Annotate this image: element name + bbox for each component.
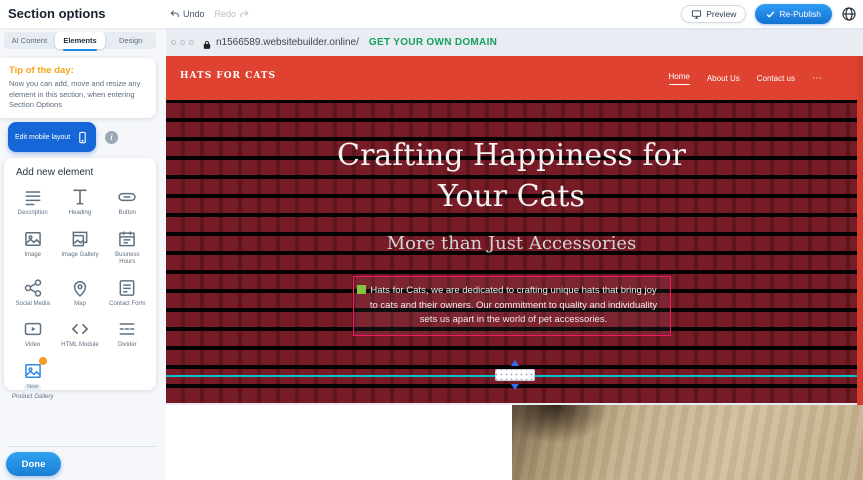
site-nav: Home About Us Contact us ⋯ [669, 56, 824, 100]
element-social-media[interactable]: Social Media [9, 278, 56, 309]
image-gallery-icon [70, 229, 90, 249]
browser-bar: n1566589.websitebuilder.online/ GET YOUR… [166, 28, 863, 56]
cat-photo [512, 405, 863, 480]
hero-subtitle[interactable]: More than Just Accessories [166, 233, 857, 254]
element-contact-form[interactable]: Contact Form [104, 278, 151, 309]
heading-icon [70, 187, 90, 207]
selection-handle-green[interactable] [357, 285, 366, 294]
map-pin-icon [70, 278, 90, 298]
preview-button[interactable]: Preview [681, 5, 746, 23]
add-element-panel: Add new element Description Heading Butt… [4, 158, 156, 390]
redo-button[interactable]: Redo [215, 9, 250, 19]
divider-icon [117, 319, 137, 339]
hero-paragraph-text: Hats for Cats, we are dedicated to craft… [370, 285, 657, 325]
image-icon [23, 229, 43, 249]
element-divider[interactable]: Divider [104, 319, 151, 350]
window-dot-2 [180, 40, 185, 45]
window-dot-1 [171, 40, 176, 45]
sidebar-tabs: AI Content Elements Design [4, 32, 156, 49]
hero-title[interactable]: Crafting Happiness for Your Cats [312, 136, 712, 217]
edit-mobile-label: Edit mobile layout [15, 134, 70, 141]
sidebar: AI Content Elements Design Tip of the da… [0, 28, 166, 480]
add-element-title: Add new element [16, 167, 151, 178]
editor-canvas: n1566589.websitebuilder.online/ GET YOUR… [166, 28, 863, 480]
topbar-actions: Preview Re-Publish [681, 0, 857, 28]
window-dot-3 [189, 40, 194, 45]
monitor-icon [691, 9, 702, 20]
tab-design[interactable]: Design [105, 32, 156, 49]
element-image[interactable]: Image [9, 229, 56, 267]
new-badge-dot [39, 357, 47, 365]
business-hours-icon [117, 229, 137, 249]
hero-section[interactable]: Crafting Happiness for Your Cats More th… [166, 100, 857, 403]
site-preview: HATS FOR CATS Home About Us Contact us ⋯… [166, 56, 863, 405]
nav-about-us[interactable]: About Us [707, 74, 740, 83]
site-url[interactable]: n1566589.websitebuilder.online/ [216, 37, 359, 48]
nav-more-icon[interactable]: ⋯ [812, 73, 823, 84]
site-scrollbar[interactable] [857, 56, 863, 405]
tip-body: Now you can add, move and resize any ele… [9, 79, 147, 111]
resize-arrow-down-icon [511, 384, 519, 390]
preview-label: Preview [706, 9, 736, 19]
element-business-hours[interactable]: Business Hours [104, 229, 151, 267]
edit-mobile-layout-button[interactable]: Edit mobile layout [8, 122, 96, 152]
page-title: Section options [8, 6, 106, 21]
html-module-icon [70, 319, 90, 339]
video-icon [23, 319, 43, 339]
next-section [166, 405, 863, 480]
element-video[interactable]: Video [9, 319, 56, 350]
social-media-icon [23, 278, 43, 298]
element-grid: Description Heading Button Image Image G… [9, 187, 151, 401]
app-root: Section options Undo Redo Preview Re-Pub… [0, 0, 863, 480]
tip-title: Tip of the day: [9, 65, 147, 76]
section-resize-handle[interactable] [495, 369, 535, 381]
element-description[interactable]: Description [9, 187, 56, 218]
tab-ai-content[interactable]: AI Content [4, 32, 55, 49]
button-icon [117, 187, 137, 207]
redo-label: Redo [215, 9, 237, 19]
tab-elements[interactable]: Elements [55, 32, 106, 49]
done-button[interactable]: Done [6, 452, 61, 476]
element-product-gallery[interactable]: New Product Gallery [9, 361, 56, 402]
description-icon [23, 187, 43, 207]
site-header: HATS FOR CATS Home About Us Contact us ⋯ [166, 56, 857, 100]
republish-button[interactable]: Re-Publish [755, 4, 832, 24]
language-globe-button[interactable] [841, 6, 857, 22]
undo-button[interactable]: Undo [170, 9, 205, 19]
undo-label: Undo [183, 9, 205, 19]
redo-icon [239, 9, 249, 19]
info-icon[interactable]: i [105, 131, 118, 144]
check-icon [766, 10, 775, 19]
edit-mobile-row: Edit mobile layout i [8, 122, 118, 152]
tip-card: Tip of the day: Now you can add, move an… [0, 58, 156, 118]
get-domain-link[interactable]: GET YOUR OWN DOMAIN [369, 37, 497, 48]
element-image-gallery[interactable]: Image Gallery [56, 229, 103, 267]
element-heading[interactable]: Heading [56, 187, 103, 218]
element-map[interactable]: Map [56, 278, 103, 309]
top-bar: Section options Undo Redo Preview Re-Pub… [0, 0, 863, 28]
undo-icon [170, 9, 180, 19]
lock-icon [202, 37, 212, 47]
new-badge: New [24, 384, 41, 391]
site-logo[interactable]: HATS FOR CATS [180, 71, 276, 81]
resize-arrow-up-icon [511, 360, 519, 366]
nav-home[interactable]: Home [669, 72, 690, 85]
globe-icon [841, 6, 857, 22]
element-html-module[interactable]: HTML Module [56, 319, 103, 350]
republish-label: Re-Publish [779, 9, 821, 19]
hero-paragraph-selected[interactable]: Hats for Cats, we are dedicated to craft… [353, 276, 671, 336]
nav-contact-us[interactable]: Contact us [757, 74, 795, 83]
element-button[interactable]: Button [104, 187, 151, 218]
phone-icon [76, 131, 89, 144]
history-controls: Undo Redo [170, 0, 249, 28]
contact-form-icon [117, 278, 137, 298]
sidebar-divider [8, 446, 156, 447]
